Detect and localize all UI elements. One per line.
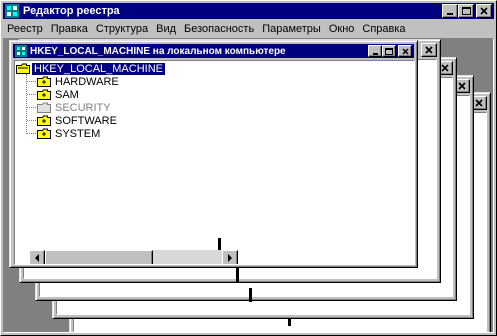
menu-help[interactable]: Справка bbox=[358, 23, 409, 35]
arrow-left-icon bbox=[35, 254, 39, 262]
tree-item-label: SECURITY bbox=[55, 101, 111, 114]
menu-options[interactable]: Параметры bbox=[258, 23, 325, 35]
registry-tree[interactable]: HKEY_LOCAL_MACHINE HARDWARE SAM SECURITY… bbox=[14, 60, 415, 265]
hklm-window-title-bar[interactable]: HKEY_LOCAL_MACHINE на локальном компьюте… bbox=[13, 44, 414, 58]
close-icon bbox=[401, 47, 409, 55]
minimize-button[interactable] bbox=[442, 4, 458, 18]
folder-icon bbox=[37, 128, 51, 139]
close-icon bbox=[458, 82, 466, 90]
menu-view[interactable]: Вид bbox=[152, 23, 180, 35]
minimize-icon bbox=[447, 13, 453, 15]
app-title: Редактор реестра bbox=[23, 5, 120, 17]
maximize-button[interactable] bbox=[382, 45, 396, 57]
tree-item-label: SYSTEM bbox=[55, 127, 101, 140]
close-button[interactable] bbox=[421, 43, 437, 57]
tree-connector bbox=[27, 133, 36, 134]
hklm-window-title: HKEY_LOCAL_MACHINE на локальном компьюте… bbox=[30, 45, 286, 57]
registry-editor-icon bbox=[5, 4, 19, 18]
tree-item-system[interactable]: SYSTEM bbox=[37, 127, 102, 140]
folder-icon bbox=[37, 102, 51, 113]
tree-connector bbox=[27, 81, 36, 82]
arrow-right-icon bbox=[228, 254, 232, 262]
scroll-thumb[interactable] bbox=[45, 250, 153, 264]
tree-connector bbox=[27, 107, 36, 108]
menu-tree[interactable]: Структура bbox=[92, 23, 152, 35]
tree-item-label: HARDWARE bbox=[55, 75, 119, 88]
tree-item-software[interactable]: SOFTWARE bbox=[37, 114, 119, 127]
registry-editor-window: Редактор реестра Реестр Правка Структура… bbox=[0, 0, 497, 336]
folder-icon bbox=[37, 89, 51, 100]
close-icon bbox=[441, 64, 449, 72]
menu-edit[interactable]: Правка bbox=[47, 23, 92, 35]
mdi-client-area: Al bbox=[3, 38, 494, 333]
close-icon bbox=[480, 7, 488, 15]
minimize-button[interactable] bbox=[368, 45, 382, 57]
tree-root-label: HKEY_LOCAL_MACHINE bbox=[32, 62, 165, 75]
scroll-right-button[interactable] bbox=[222, 250, 238, 264]
scroll-left-button[interactable] bbox=[29, 250, 45, 264]
tree-connector bbox=[27, 94, 36, 95]
close-icon bbox=[425, 46, 433, 54]
tree-item-sam[interactable]: SAM bbox=[37, 88, 81, 101]
hklm-window[interactable]: HKEY_LOCAL_MACHINE на локальном компьюте… bbox=[9, 40, 418, 268]
maximize-button[interactable] bbox=[458, 4, 474, 18]
maximize-icon bbox=[385, 47, 393, 55]
tree-item-label: SAM bbox=[55, 88, 79, 101]
app-title-bar[interactable]: Редактор реестра bbox=[3, 3, 494, 19]
tree-item-security[interactable]: SECURITY bbox=[37, 101, 113, 114]
computer-key-icon bbox=[16, 63, 30, 74]
folder-icon bbox=[37, 76, 51, 87]
tree-item-hardware[interactable]: HARDWARE bbox=[37, 75, 121, 88]
scroll-track[interactable] bbox=[45, 250, 222, 264]
tree-connector bbox=[27, 120, 36, 121]
menu-security[interactable]: Безопасность bbox=[180, 23, 258, 35]
folder-icon bbox=[37, 115, 51, 126]
minimize-icon bbox=[372, 52, 378, 55]
registry-key-icon bbox=[15, 45, 27, 57]
splitter-bar[interactable] bbox=[249, 288, 252, 302]
menu-bar: Реестр Правка Структура Вид Безопасность… bbox=[3, 20, 494, 38]
tree-root-hklm[interactable]: HKEY_LOCAL_MACHINE bbox=[16, 62, 165, 75]
splitter-bar[interactable] bbox=[236, 268, 239, 282]
maximize-icon bbox=[461, 7, 471, 15]
menu-window[interactable]: Окно bbox=[325, 23, 359, 35]
close-button[interactable] bbox=[476, 4, 492, 18]
close-button[interactable] bbox=[398, 45, 412, 57]
close-icon bbox=[475, 99, 483, 107]
horizontal-scrollbar[interactable] bbox=[29, 250, 238, 264]
menu-registry[interactable]: Реестр bbox=[3, 23, 47, 35]
tree-item-label: SOFTWARE bbox=[55, 114, 117, 127]
tree-connector bbox=[26, 74, 27, 134]
